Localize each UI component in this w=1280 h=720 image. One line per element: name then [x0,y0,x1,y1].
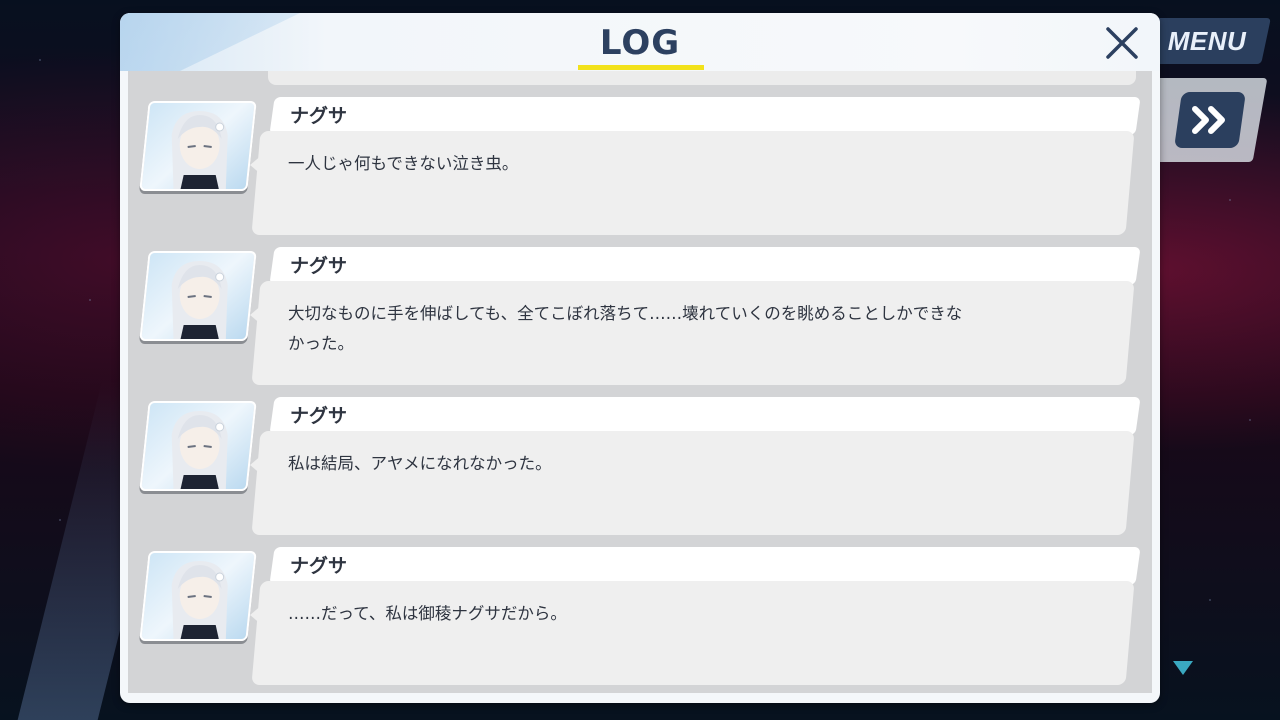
character-portrait-icon [171,111,228,191]
speaker-name: ナグサ [290,255,348,277]
message-pointer [250,305,262,325]
speaker-avatar [139,401,257,491]
close-icon[interactable] [1102,23,1142,63]
log-window: LOG ナグサ 一人じゃ何もできない泣き虫。 ナグサ 大切なものに手を伸ばしても… [120,13,1160,703]
previous-entry-edge [268,71,1136,85]
speaker-name: ナグサ [290,105,348,127]
speaker-name: ナグサ [290,555,348,577]
fast-forward-icon [1192,106,1225,134]
fast-forward-button[interactable] [1174,92,1246,148]
message-text: 大切なものに手を伸ばしても、全てこぼれ落ちて……壊れていくのを眺めることしかでき… [288,304,963,353]
log-entry: ナグサ ……だって、私は御稜ナグサだから。 [128,547,1152,689]
speaker-avatar [139,251,257,341]
character-portrait-icon [171,411,228,491]
message-pointer [250,155,262,175]
character-portrait-icon [171,261,228,341]
triangle-down-icon[interactable] [1173,661,1193,675]
message-pointer [250,455,262,475]
log-entry: ナグサ 一人じゃ何もできない泣き虫。 [128,97,1152,239]
log-entry: ナグサ 大切なものに手を伸ばしても、全てこぼれ落ちて……壊れていくのを眺めること… [128,247,1152,389]
log-list[interactable]: ナグサ 一人じゃ何もできない泣き虫。 ナグサ 大切なものに手を伸ばしても、全てこ… [128,71,1152,693]
message-pointer [250,605,262,625]
speaker-name: ナグサ [290,405,348,427]
message-text: 私は結局、アヤメになれなかった。 [288,454,552,473]
log-header: LOG [120,13,1160,71]
message-text: 一人じゃ何もできない泣き虫。 [288,154,519,173]
speaker-avatar [139,551,257,641]
page-title: LOG [599,23,681,63]
speaker-avatar [139,101,257,191]
character-portrait-icon [171,561,228,641]
log-entry: ナグサ 私は結局、アヤメになれなかった。 [128,397,1152,539]
header-decoration [120,13,300,71]
title-underline [578,65,704,70]
message-text: ……だって、私は御稜ナグサだから。 [288,604,567,623]
menu-button-label[interactable]: MENU [1162,22,1252,60]
